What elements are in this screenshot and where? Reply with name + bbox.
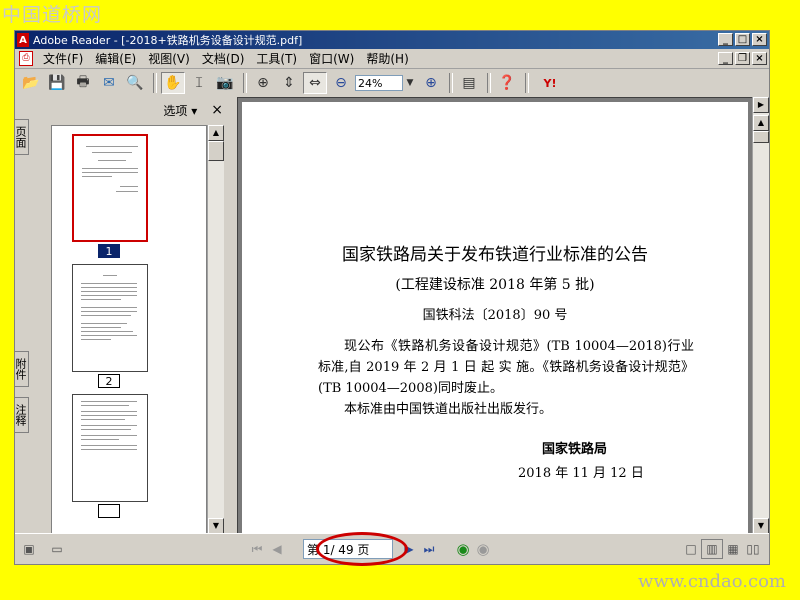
toolbar-separator [243,73,247,93]
document-icon[interactable]: ⎙ [19,51,33,66]
window-title: Adobe Reader - [-2018+铁路机务设备设计规范.pdf] [33,34,303,47]
reader-window: A Adobe Reader - [-2018+铁路机务设备设计规范.pdf] … [14,30,770,565]
scroll-up-icon[interactable]: ▲ [753,115,769,131]
document-body: 现公布《铁路机务设备设计规范》(TB 10004—2018)行业标准,自 201… [318,336,694,420]
page-layout-icon[interactable]: ▤ [457,72,481,94]
first-page-icon[interactable]: ⏮ [247,540,267,558]
toolbar-separator [525,73,529,93]
select-text-icon[interactable]: 𝙸 [187,72,211,94]
navigation-tabs: 页面 附件 注释 [15,97,30,534]
document-properties-icon[interactable]: ▭ [47,540,67,558]
options-menu[interactable]: 选项 ▾ [163,102,197,119]
body-paragraph: 本标准由中国铁道出版社出版发行。 [344,402,553,417]
continuous-facing-icon[interactable]: ▯▯ [743,540,763,558]
main-area: 页面 附件 注释 选项 ▾ × 1 2 ▲ ▼ 国家铁路局关于发布铁道行业标准的… [15,97,769,534]
toolbar-separator [449,73,453,93]
scroll-up-icon[interactable]: ▲ [208,125,224,141]
thumbnail-label: 1 [98,244,120,258]
zoom-in-icon[interactable]: ⊕ [419,72,443,94]
document-view: 国家铁路局关于发布铁道行业标准的公告 (工程建设标准 2018 年第 5 批) … [237,97,753,534]
fit-page-icon[interactable]: ⇕ [277,72,301,94]
adobe-logo-icon: A [17,33,29,47]
toolbar-separator [153,73,157,93]
page-thumbnail-2[interactable] [72,264,148,372]
snapshot-icon[interactable]: 📷 [213,72,237,94]
scroll-thumb[interactable] [208,141,224,161]
menu-document[interactable]: 文档(D) [196,50,251,67]
watermark-top: 中国道桥网 [2,4,103,26]
tab-attachments[interactable]: 附件 [15,351,29,387]
panel-close-icon[interactable]: × [211,102,223,118]
document-title: 国家铁路局关于发布铁道行业标准的公告 [342,245,648,265]
highlight-circle [316,532,408,566]
close-button[interactable]: × [752,33,767,46]
menu-edit[interactable]: 编辑(E) [89,50,142,67]
fit-width-icon[interactable]: ⇔ [303,72,327,94]
go-back-icon[interactable]: ◉ [453,540,473,558]
scroll-thumb[interactable] [753,131,769,143]
toolbar: 📂 💾 🖶 ✉ 🔍 ✋ 𝙸 📷 ⊕ ⇕ ⇔ ⊖ 24% ▼ ⊕ ▤ ❓ Y! [15,69,769,98]
maximize-button[interactable]: □ [735,33,750,46]
tab-comments[interactable]: 注释 [15,397,29,433]
watermark-bottom: www.cndao.com [638,571,786,592]
thumbnail-list: 1 2 [51,125,207,534]
go-forward-icon[interactable]: ◉ [473,540,493,558]
email-icon[interactable]: ✉ [97,72,121,94]
document-scrollbar[interactable]: ▶ ▲ ▼ [752,97,769,534]
zoom-in-tool-icon[interactable]: ⊕ [251,72,275,94]
document-subtitle: (工程建设标准 2018 年第 5 批) [395,277,595,293]
open-icon[interactable]: 📂 [19,72,43,94]
search-icon[interactable]: 🔍 [123,72,147,94]
panel-splitter[interactable] [229,97,237,534]
doc-close-button[interactable]: × [752,52,767,65]
facing-pages-icon[interactable]: ▦ [723,540,743,558]
body-paragraph: 现公布《铁路机务设备设计规范》(TB 10004—2018)行业标准,自 201… [318,339,694,396]
adobe-online-icon[interactable]: Y! [533,72,567,94]
document-number: 国铁科法〔2018〕90 号 [422,308,568,323]
thumbnail-label: 2 [98,374,120,388]
title-bar: A Adobe Reader - [-2018+铁路机务设备设计规范.pdf] … [15,31,769,49]
document-date: 2018 年 11 月 12 日 [518,466,644,481]
document-issuer: 国家铁路局 [542,442,608,457]
help-icon[interactable]: ❓ [495,72,519,94]
menu-tools[interactable]: 工具(T) [250,50,303,67]
toolbar-separator [487,73,491,93]
previous-page-icon[interactable]: ◀ [267,540,287,558]
doc-minimize-button[interactable]: _ [718,52,733,65]
single-page-icon[interactable]: □ [681,540,701,558]
thumbnail-label [98,504,120,518]
zoom-dropdown-icon[interactable]: ▼ [403,72,417,94]
scroll-down-icon[interactable]: ▼ [753,518,769,534]
continuous-page-icon[interactable]: ▥ [701,539,723,559]
menu-help[interactable]: 帮助(H) [360,50,414,67]
menu-view[interactable]: 视图(V) [142,50,196,67]
print-icon[interactable]: 🖶 [71,72,95,94]
expand-panel-icon[interactable]: ▶ [753,97,769,113]
thumbnail-scrollbar[interactable]: ▲ ▼ [207,125,224,534]
minimize-button[interactable]: _ [718,33,733,46]
zoom-level-input[interactable]: 24% [355,75,403,91]
menu-window[interactable]: 窗口(W) [303,50,360,67]
save-icon[interactable]: 💾 [45,72,69,94]
menu-bar: ⎙ 文件(F) 编辑(E) 视图(V) 文档(D) 工具(T) 窗口(W) 帮助… [15,49,769,69]
tab-pages[interactable]: 页面 [15,119,29,155]
hand-tool-icon[interactable]: ✋ [161,72,185,94]
menu-file[interactable]: 文件(F) [37,50,89,67]
scroll-down-icon[interactable]: ▼ [208,518,224,534]
pages-panel: 选项 ▾ × 1 2 ▲ ▼ [29,97,229,534]
page-thumbnail-1[interactable] [72,134,148,242]
page-thumbnail-3[interactable] [72,394,148,502]
screen-icon[interactable]: ▣ [19,540,39,558]
last-page-icon[interactable]: ⏭ [419,540,439,558]
zoom-out-icon[interactable]: ⊖ [329,72,353,94]
document-page: 国家铁路局关于发布铁道行业标准的公告 (工程建设标准 2018 年第 5 批) … [242,102,748,533]
doc-restore-button[interactable]: ❐ [735,52,750,65]
